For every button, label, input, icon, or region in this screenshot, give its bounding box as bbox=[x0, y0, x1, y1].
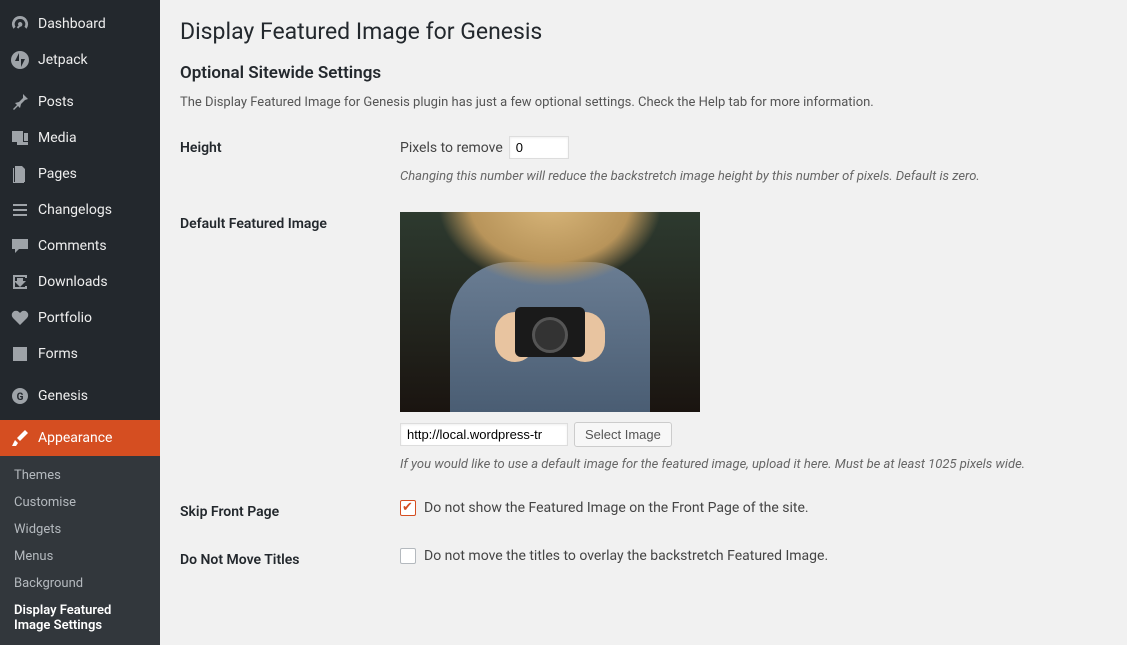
comment-icon bbox=[10, 236, 30, 256]
download-icon bbox=[10, 272, 30, 292]
section-title: Optional Sitewide Settings bbox=[180, 63, 1107, 83]
sidebar-item-label: Posts bbox=[38, 94, 74, 110]
skip-front-text: Do not show the Featured Image on the Fr… bbox=[424, 500, 809, 516]
main-content: Display Featured Image for Genesis Optio… bbox=[160, 0, 1127, 636]
sidebar-item-forms[interactable]: Forms bbox=[0, 336, 160, 372]
submenu-item-background[interactable]: Background bbox=[0, 570, 160, 597]
sidebar-item-downloads[interactable]: Downloads bbox=[0, 264, 160, 300]
page-title: Display Featured Image for Genesis bbox=[180, 18, 1107, 45]
sidebar-item-label: Pages bbox=[38, 166, 77, 182]
intro-text: The Display Featured Image for Genesis p… bbox=[180, 95, 1107, 110]
sidebar-item-portfolio[interactable]: Portfolio bbox=[0, 300, 160, 336]
jetpack-icon bbox=[10, 50, 30, 70]
form-icon bbox=[10, 344, 30, 364]
list-icon bbox=[10, 200, 30, 220]
appearance-submenu: ThemesCustomiseWidgetsMenusBackgroundDis… bbox=[0, 456, 160, 645]
sidebar-item-posts[interactable]: Posts bbox=[0, 84, 160, 120]
sidebar-item-label: Comments bbox=[38, 238, 107, 254]
sidebar-item-label: Appearance bbox=[38, 430, 112, 446]
sidebar-item-media[interactable]: Media bbox=[0, 120, 160, 156]
height-help: Changing this number will reduce the bac… bbox=[400, 169, 1107, 184]
label-skip-front: Skip Front Page bbox=[180, 500, 400, 520]
no-move-checkbox[interactable] bbox=[400, 548, 416, 564]
image-url-input[interactable] bbox=[400, 423, 568, 446]
sidebar-item-label: Dashboard bbox=[38, 16, 106, 32]
sidebar-item-comments[interactable]: Comments bbox=[0, 228, 160, 264]
submenu-item-widgets[interactable]: Widgets bbox=[0, 516, 160, 543]
sidebar-item-label: Portfolio bbox=[38, 310, 92, 326]
heart-icon bbox=[10, 308, 30, 328]
row-height: Height Pixels to remove Changing this nu… bbox=[180, 136, 1107, 184]
submenu-item-display-featured-image-settings[interactable]: Display Featured Image Settings bbox=[0, 597, 160, 639]
row-no-move: Do Not Move Titles Do not move the title… bbox=[180, 548, 1107, 568]
sidebar-item-changelogs[interactable]: Changelogs bbox=[0, 192, 160, 228]
genesis-icon: G bbox=[10, 386, 30, 406]
label-default-image: Default Featured Image bbox=[180, 212, 400, 232]
dashboard-icon bbox=[10, 14, 30, 34]
sidebar-item-jetpack[interactable]: Jetpack bbox=[0, 42, 160, 78]
default-image-preview[interactable] bbox=[400, 212, 700, 412]
default-image-help: If you would like to use a default image… bbox=[400, 457, 1107, 472]
sidebar-item-label: Jetpack bbox=[38, 52, 88, 68]
sidebar-item-genesis[interactable]: G Genesis bbox=[0, 378, 160, 414]
sidebar-item-label: Forms bbox=[38, 346, 78, 362]
admin-sidebar: Dashboard Jetpack Posts Media Pages Changelog… bbox=[0, 0, 160, 636]
sidebar-item-label: Downloads bbox=[38, 274, 108, 290]
svg-text:G: G bbox=[17, 392, 24, 403]
skip-front-checkbox[interactable] bbox=[400, 500, 416, 516]
row-skip-front: Skip Front Page Do not show the Featured… bbox=[180, 500, 1107, 520]
sidebar-item-dashboard[interactable]: Dashboard bbox=[0, 6, 160, 42]
label-no-move: Do Not Move Titles bbox=[180, 548, 400, 568]
sidebar-item-pages[interactable]: Pages bbox=[0, 156, 160, 192]
submenu-item-customise[interactable]: Customise bbox=[0, 489, 160, 516]
submenu-item-themes[interactable]: Themes bbox=[0, 462, 160, 489]
sidebar-item-label: Genesis bbox=[38, 388, 88, 404]
height-prefix: Pixels to remove bbox=[400, 140, 503, 156]
sidebar-item-appearance[interactable]: Appearance bbox=[0, 420, 160, 456]
sidebar-item-label: Media bbox=[38, 130, 77, 146]
submenu-item-menus[interactable]: Menus bbox=[0, 543, 160, 570]
select-image-button[interactable]: Select Image bbox=[574, 422, 672, 447]
row-default-image: Default Featured Image Select Image If y… bbox=[180, 212, 1107, 472]
label-height: Height bbox=[180, 136, 400, 156]
height-input[interactable] bbox=[509, 136, 569, 159]
brush-icon bbox=[10, 428, 30, 448]
pin-icon bbox=[10, 92, 30, 112]
sidebar-item-label: Changelogs bbox=[38, 202, 112, 218]
no-move-text: Do not move the titles to overlay the ba… bbox=[424, 548, 828, 564]
pages-icon bbox=[10, 164, 30, 184]
media-icon bbox=[10, 128, 30, 148]
